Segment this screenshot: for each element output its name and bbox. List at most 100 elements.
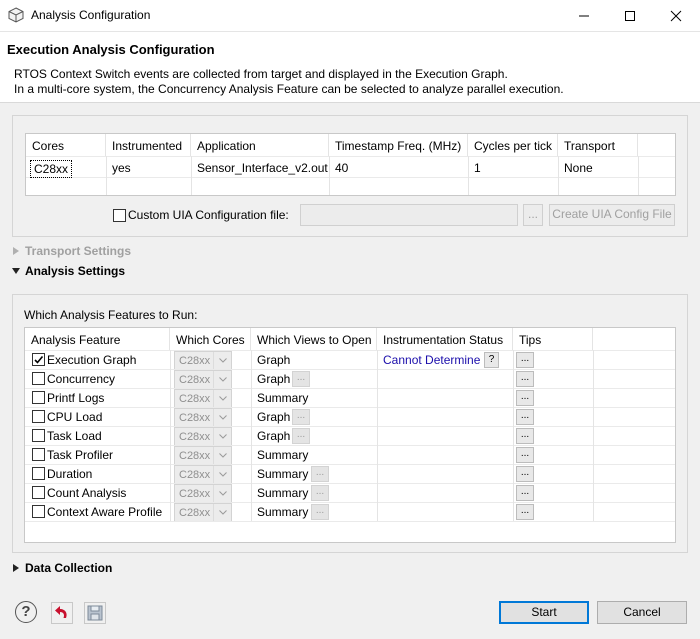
view-options-button[interactable]: ...	[311, 485, 329, 501]
col-header-application[interactable]: Application	[191, 134, 329, 156]
chevron-down-icon	[213, 485, 231, 502]
col-header-instrumentation-status[interactable]: Instrumentation Status	[377, 328, 513, 350]
title-bar[interactable]: Analysis Configuration	[0, 0, 700, 31]
feature-checkbox[interactable]	[32, 486, 45, 499]
restore-defaults-icon[interactable]	[51, 602, 73, 624]
which-cores-value: C28xx	[179, 393, 211, 405]
feature-checkbox[interactable]	[32, 372, 45, 385]
which-cores-select[interactable]: C28xx	[174, 446, 232, 465]
save-icon[interactable]	[84, 602, 106, 624]
col-header-cycles-per-tick[interactable]: Cycles per tick	[468, 134, 558, 156]
which-cores-select[interactable]: C28xx	[174, 389, 232, 408]
which-cores-select[interactable]: C28xx	[174, 503, 232, 522]
feature-checkbox[interactable]	[32, 467, 45, 480]
feature-checkbox[interactable]	[32, 353, 45, 366]
col-header-instrumented[interactable]: Instrumented	[106, 134, 191, 156]
transport-settings-header: Transport Settings	[25, 244, 132, 258]
view-label: Graph	[257, 372, 291, 386]
view-label: Graph	[257, 353, 291, 367]
which-cores-value: C28xx	[179, 355, 211, 367]
transport-cell: None	[564, 161, 593, 175]
feature-checkbox[interactable]	[32, 429, 45, 442]
view-label: Graph	[257, 429, 291, 443]
custom-uia-file-input[interactable]	[300, 204, 518, 226]
col-header-which-cores[interactable]: Which Cores	[170, 328, 251, 350]
minimize-button[interactable]	[561, 0, 607, 31]
maximize-icon	[625, 10, 635, 21]
close-icon	[670, 10, 682, 21]
view-options-button[interactable]: ...	[311, 504, 329, 520]
tips-button[interactable]: ...	[516, 409, 534, 425]
tips-button[interactable]: ...	[516, 504, 534, 520]
start-button[interactable]: Start	[499, 601, 589, 624]
core-cell[interactable]: C28xx	[30, 160, 73, 178]
view-label: Summary	[257, 467, 309, 481]
status-help-button[interactable]: ?	[484, 352, 499, 368]
view-options-button[interactable]: ...	[292, 371, 310, 387]
which-cores-value: C28xx	[179, 469, 211, 481]
tips-button[interactable]: ...	[516, 485, 534, 501]
feature-label: Count Analysis	[47, 486, 127, 500]
dialog-header: Execution Analysis Configuration RTOS Co…	[0, 31, 700, 101]
browse-uia-button[interactable]: ...	[523, 204, 543, 226]
cancel-button[interactable]: Cancel	[597, 601, 687, 624]
maximize-button[interactable]	[607, 0, 653, 31]
cores-table: Cores Instrumented Application Timestamp…	[25, 133, 676, 196]
which-cores-select[interactable]: C28xx	[174, 427, 232, 446]
which-cores-value: C28xx	[179, 374, 211, 386]
which-cores-select[interactable]: C28xx	[174, 351, 232, 370]
feature-label: Task Profiler	[47, 448, 114, 462]
chevron-down-icon	[213, 447, 231, 464]
chevron-down-icon	[213, 390, 231, 407]
tips-button[interactable]: ...	[516, 466, 534, 482]
analysis-table: Analysis Feature Which Cores Which Views…	[24, 327, 676, 543]
custom-uia-checkbox[interactable]	[113, 209, 126, 222]
col-header-analysis-feature[interactable]: Analysis Feature	[25, 328, 170, 350]
col-header-cores[interactable]: Cores	[26, 134, 106, 156]
which-cores-value: C28xx	[179, 431, 211, 443]
close-button[interactable]	[653, 0, 699, 31]
feature-checkbox[interactable]	[32, 448, 45, 461]
feature-label: Concurrency	[47, 372, 116, 386]
view-label: Summary	[257, 505, 309, 519]
instrumented-cell: yes	[112, 161, 131, 175]
feature-label: Task Load	[47, 429, 102, 443]
which-cores-select[interactable]: C28xx	[174, 408, 232, 427]
chevron-right-icon	[13, 247, 19, 255]
tips-button[interactable]: ...	[516, 390, 534, 406]
which-cores-select[interactable]: C28xx	[174, 370, 232, 389]
page-title: Execution Analysis Configuration	[7, 42, 215, 57]
app-cube-icon	[8, 7, 24, 23]
window-title: Analysis Configuration	[31, 8, 151, 22]
view-options-button[interactable]: ...	[292, 409, 310, 425]
feature-checkbox[interactable]	[32, 410, 45, 423]
tips-button[interactable]: ...	[516, 352, 534, 368]
analysis-group: Which Analysis Features to Run: Analysis…	[12, 294, 688, 553]
which-cores-select[interactable]: C28xx	[174, 465, 232, 484]
cycles-per-tick-cell: 1	[474, 161, 481, 175]
view-options-button[interactable]: ...	[311, 466, 329, 482]
view-options-button[interactable]: ...	[292, 428, 310, 444]
col-header-timestamp-freq[interactable]: Timestamp Freq. (MHz)	[329, 134, 468, 156]
data-collection-header: Data Collection	[25, 561, 113, 575]
col-header-tips[interactable]: Tips	[513, 328, 593, 350]
which-cores-value: C28xx	[179, 507, 211, 519]
chevron-down-icon	[213, 409, 231, 426]
feature-label: CPU Load	[47, 410, 103, 424]
which-cores-select[interactable]: C28xx	[174, 484, 232, 503]
tips-button[interactable]: ...	[516, 428, 534, 444]
col-header-which-views[interactable]: Which Views to Open	[251, 328, 377, 350]
col-header-transport[interactable]: Transport	[558, 134, 638, 156]
view-label: Summary	[257, 448, 309, 462]
help-icon[interactable]: ?	[15, 601, 37, 623]
minimize-icon	[579, 15, 589, 16]
feature-checkbox[interactable]	[32, 391, 45, 404]
tips-button[interactable]: ...	[516, 447, 534, 463]
which-cores-value: C28xx	[179, 450, 211, 462]
instrumentation-status-link[interactable]: Cannot Determine	[383, 353, 480, 367]
application-cell: Sensor_Interface_v2.out	[197, 161, 328, 175]
tips-button[interactable]: ...	[516, 371, 534, 387]
which-cores-value: C28xx	[179, 488, 211, 500]
create-uia-config-button[interactable]: Create UIA Config File	[549, 204, 675, 226]
feature-checkbox[interactable]	[32, 505, 45, 518]
